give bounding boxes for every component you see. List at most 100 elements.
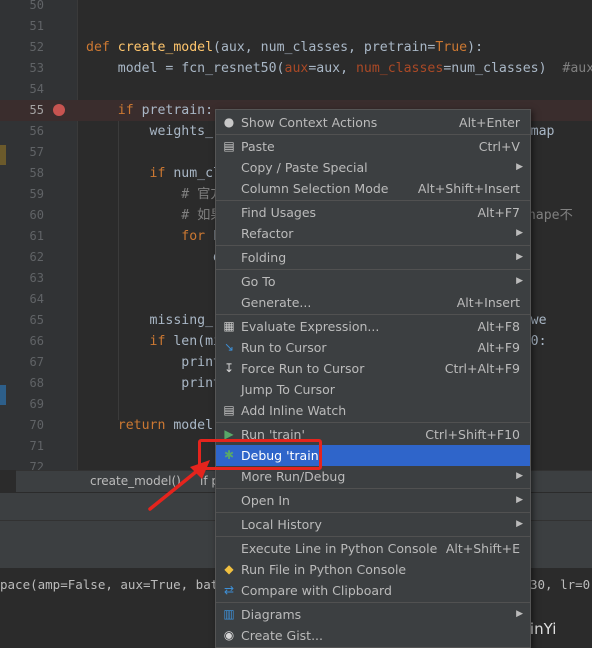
code-line[interactable]: 51 xyxy=(0,16,592,37)
menu-item-paste[interactable]: ▤ Paste Ctrl+V xyxy=(216,136,530,157)
menu-item-execute-line-in-python-console[interactable]: Execute Line in Python Console Alt+Shift+… xyxy=(216,538,530,559)
line-number: 64 xyxy=(29,292,44,306)
menu-item-label: Paste xyxy=(241,139,275,154)
calculator-icon: ▦ xyxy=(223,319,235,333)
menu-item-shortcut: Ctrl+Shift+F10 xyxy=(425,427,520,442)
menu-item-refactor[interactable]: Refactor ▶ xyxy=(216,223,530,244)
menu-item-copy-paste-special[interactable]: Copy / Paste Special ▶ xyxy=(216,157,530,178)
menu-item-label: Folding xyxy=(241,250,287,265)
code-token: print xyxy=(86,355,221,370)
code-token: model = fcn_resnet50( xyxy=(86,61,285,76)
add-watch-icon: ▤ xyxy=(223,403,235,417)
line-number: 50 xyxy=(29,0,44,12)
submenu-arrow-icon: ▶ xyxy=(516,228,523,238)
menu-item-label: Column Selection Mode xyxy=(241,181,389,196)
menu-item-label: Add Inline Watch xyxy=(241,403,347,418)
line-number: 55 xyxy=(29,103,44,117)
code-text: # 官方 xyxy=(86,184,223,205)
code-token: num_classes xyxy=(355,61,444,76)
submenu-arrow-icon: ▶ xyxy=(516,609,523,619)
line-number: 72 xyxy=(29,460,44,470)
line-number: 70 xyxy=(29,418,44,432)
menu-item-create-gist[interactable]: ◉ Create Gist... xyxy=(216,625,530,646)
line-number: 69 xyxy=(29,397,44,411)
code-line[interactable]: 50 xyxy=(0,0,592,16)
menu-item-folding[interactable]: Folding ▶ xyxy=(216,247,530,268)
menu-item-label: Create Gist... xyxy=(241,628,324,643)
code-text: if num_cl xyxy=(86,163,221,184)
change-marker xyxy=(0,145,6,165)
menu-item-open-in[interactable]: Open In ▶ xyxy=(216,490,530,511)
menu-item-shortcut: Alt+Insert xyxy=(456,295,520,310)
menu-item-label: Jump To Cursor xyxy=(241,382,335,397)
line-number: 65 xyxy=(29,313,44,327)
menu-separator xyxy=(216,602,530,603)
code-line[interactable]: 53 model = fcn_resnet50(aux=aux, num_cla… xyxy=(0,58,592,79)
menu-item-run-to-cursor[interactable]: ↘ Run to Cursor Alt+F9 xyxy=(216,337,530,358)
menu-item-diagrams[interactable]: ▥ Diagrams ▶ xyxy=(216,604,530,625)
menu-item-shortcut: Alt+F9 xyxy=(477,340,520,355)
breakpoint-icon[interactable] xyxy=(53,104,65,116)
run-to-cursor-icon: ↘ xyxy=(223,340,235,354)
menu-item-label: Copy / Paste Special xyxy=(241,160,368,175)
menu-separator xyxy=(216,314,530,315)
code-token: print xyxy=(86,376,221,391)
submenu-arrow-icon: ▶ xyxy=(516,495,523,505)
code-token: if xyxy=(149,166,174,181)
line-number: 51 xyxy=(29,19,44,33)
code-line[interactable]: 52 def create_model(aux, num_classes, pre… xyxy=(0,37,592,58)
menu-item-show-context-actions[interactable]: ● Show Context Actions Alt+Enter xyxy=(216,112,530,133)
code-line[interactable]: 54 xyxy=(0,79,592,100)
submenu-arrow-icon: ▶ xyxy=(516,252,523,262)
code-token: =aux, xyxy=(308,61,356,76)
code-token: ): xyxy=(467,40,484,55)
line-number: 52 xyxy=(29,40,44,54)
menu-item-find-usages[interactable]: Find Usages Alt+F7 xyxy=(216,202,530,223)
menu-item-shortcut: Alt+F8 xyxy=(477,319,520,334)
menu-item-go-to[interactable]: Go To ▶ xyxy=(216,271,530,292)
menu-item-evaluate-expression[interactable]: ▦ Evaluate Expression... Alt+F8 xyxy=(216,316,530,337)
menu-item-shortcut: Alt+Shift+E xyxy=(445,541,520,556)
menu-item-label: Run to Cursor xyxy=(241,340,327,355)
code-token: weights_ xyxy=(86,124,214,139)
menu-item-run-file-in-python-console[interactable]: ◆ Run File in Python Console xyxy=(216,559,530,580)
menu-item-label: Local History xyxy=(241,517,322,532)
code-text: return model xyxy=(86,415,213,436)
line-number: 66 xyxy=(29,334,44,348)
line-number: 67 xyxy=(29,355,44,369)
menu-item-label: Compare with Clipboard xyxy=(241,583,392,598)
line-number: 62 xyxy=(29,250,44,264)
menu-item-shortcut: Alt+Enter xyxy=(459,115,520,130)
force-run-to-cursor-icon: ↧ xyxy=(223,361,235,375)
menu-item-shortcut: Ctrl+Alt+F9 xyxy=(444,361,520,376)
menu-item-column-selection-mode[interactable]: Column Selection Mode Alt+Shift+Insert xyxy=(216,178,530,199)
menu-separator xyxy=(216,269,530,270)
menu-item-add-inline-watch[interactable]: ▤ Add Inline Watch xyxy=(216,400,530,421)
code-token: return xyxy=(117,418,174,433)
menu-item-jump-to-cursor[interactable]: Jump To Cursor xyxy=(216,379,530,400)
menu-item-force-run-to-cursor[interactable]: ↧ Force Run to Cursor Ctrl+Alt+F9 xyxy=(216,358,530,379)
line-number: 61 xyxy=(29,229,44,243)
menu-separator xyxy=(216,488,530,489)
code-token: missing_ xyxy=(86,313,214,328)
menu-separator xyxy=(216,245,530,246)
code-text: if pretrain: xyxy=(86,100,213,121)
code-text: def create_model(aux, num_classes, pretr… xyxy=(86,37,483,58)
menu-item-generate[interactable]: Generate... Alt+Insert xyxy=(216,292,530,313)
menu-item-compare-with-clipboard[interactable]: ⇄ Compare with Clipboard xyxy=(216,580,530,601)
menu-separator xyxy=(216,422,530,423)
menu-item-label: Diagrams xyxy=(241,607,302,622)
code-token: True xyxy=(435,40,468,55)
menu-item-shortcut: Ctrl+V xyxy=(478,139,520,154)
line-number: 54 xyxy=(29,82,44,96)
python-icon: ◆ xyxy=(224,562,234,576)
menu-item-local-history[interactable]: Local History ▶ xyxy=(216,514,530,535)
console-output-right: 30, lr=0.00 xyxy=(530,577,592,592)
code-text: model = fcn_resnet50(aux=aux, num_classe… xyxy=(86,58,592,79)
code-token: aux xyxy=(284,61,309,76)
menu-separator xyxy=(216,200,530,201)
